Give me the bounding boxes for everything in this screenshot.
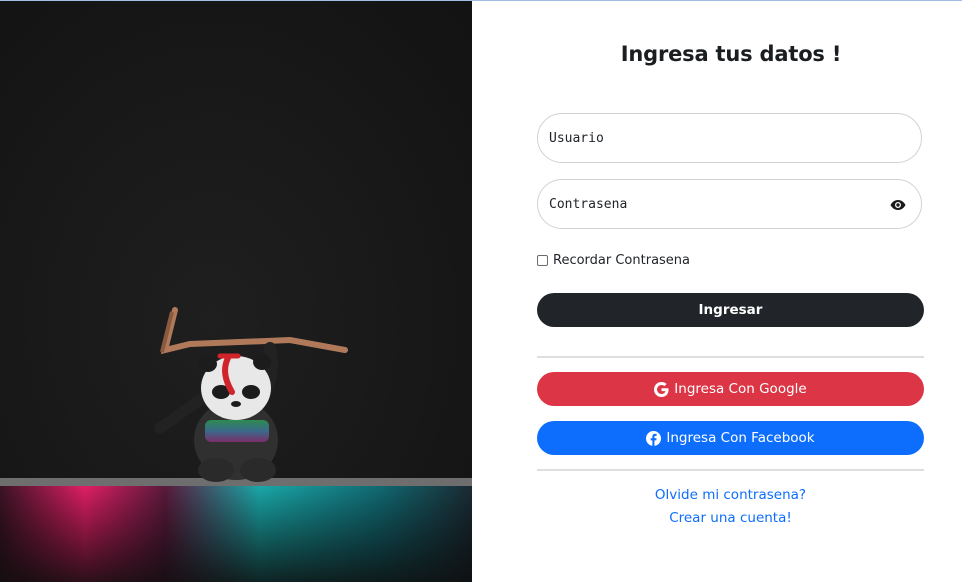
google-label: Ingresa Con Google <box>674 381 807 397</box>
password-field[interactable] <box>537 179 922 229</box>
submit-label: Ingresar <box>698 302 763 318</box>
username-input[interactable] <box>549 128 879 148</box>
top-border-line <box>0 0 962 1</box>
panda-toy-photo <box>0 0 472 582</box>
remember-checkbox[interactable] <box>537 255 548 266</box>
page-title: Ingresa tus datos ! <box>620 42 842 66</box>
facebook-login-button[interactable]: Ingresa Con Facebook <box>537 421 924 455</box>
login-panel: Ingresa tus datos ! Recordar Contrasena … <box>472 0 962 582</box>
eye-icon[interactable] <box>889 197 907 213</box>
forgot-password-link[interactable]: Olvide mi contrasena? <box>537 487 924 503</box>
google-login-button[interactable]: Ingresa Con Google <box>537 372 924 406</box>
divider-bottom <box>537 469 924 471</box>
submit-button[interactable]: Ingresar <box>537 293 924 327</box>
google-icon <box>654 381 669 397</box>
password-input[interactable] <box>549 194 879 214</box>
remember-row: Recordar Contrasena <box>537 253 690 268</box>
hero-image <box>0 0 472 582</box>
facebook-icon <box>646 430 662 446</box>
remember-label: Recordar Contrasena <box>553 253 691 268</box>
divider-top <box>537 356 924 358</box>
create-account-link[interactable]: Crear una cuenta! <box>537 510 924 526</box>
username-field[interactable] <box>537 113 922 163</box>
facebook-label: Ingresa Con Facebook <box>666 430 815 446</box>
